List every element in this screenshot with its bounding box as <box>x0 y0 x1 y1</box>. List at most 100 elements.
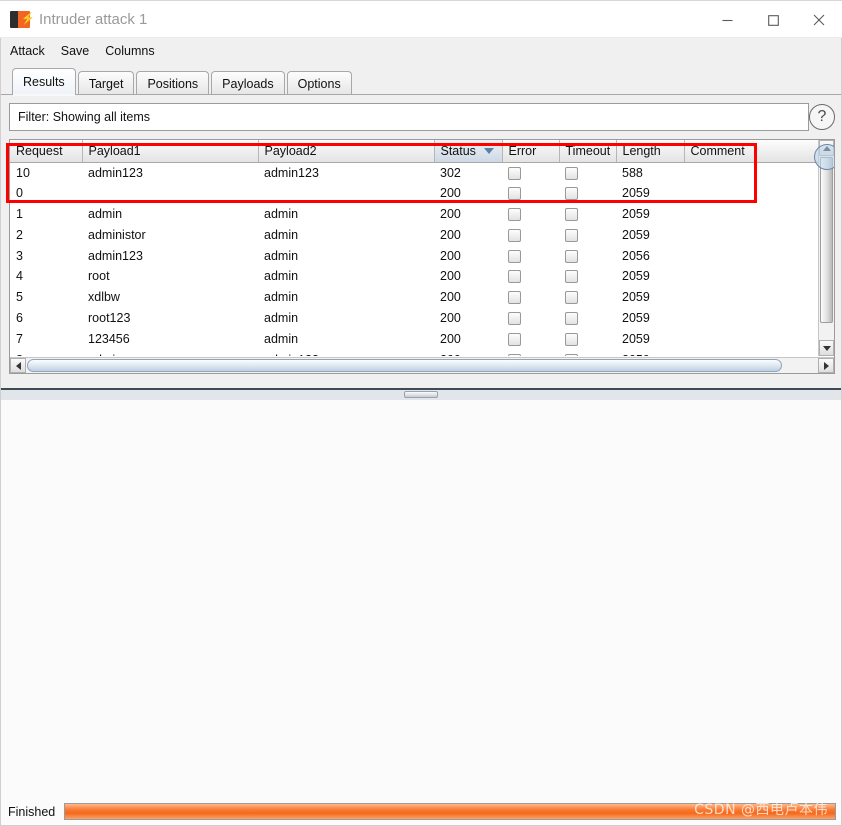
timeout-checkbox[interactable] <box>565 208 578 221</box>
menu-item-columns[interactable]: Columns <box>98 41 161 61</box>
tab-target[interactable]: Target <box>78 71 135 95</box>
cell-error <box>502 224 559 245</box>
cell-timeout <box>559 183 616 204</box>
timeout-checkbox[interactable] <box>565 229 578 242</box>
timeout-checkbox[interactable] <box>565 167 578 180</box>
tab-results[interactable]: Results <box>12 68 76 95</box>
cell-payload2: admin <box>258 224 434 245</box>
cell-timeout <box>559 328 616 349</box>
cell-payload2: admin <box>258 266 434 287</box>
timeout-checkbox[interactable] <box>565 270 578 283</box>
tab-payloads[interactable]: Payloads <box>211 71 284 95</box>
cell-timeout <box>559 266 616 287</box>
table-row[interactable]: 4 root admin 200 2059 <box>10 266 818 287</box>
cell-comment <box>684 204 818 225</box>
cell-request: 2 <box>10 224 82 245</box>
error-checkbox[interactable] <box>508 229 521 242</box>
timeout-checkbox[interactable] <box>565 250 578 263</box>
table-row[interactable]: 8 admin admin123 200 2059 <box>10 349 818 356</box>
timeout-checkbox[interactable] <box>565 333 578 346</box>
help-icon[interactable]: ? <box>809 104 835 130</box>
cell-payload2: admin <box>258 328 434 349</box>
menu-bar: Attack Save Columns <box>0 38 842 64</box>
column-header-timeout[interactable]: Timeout <box>559 140 616 162</box>
cell-length: 2059 <box>616 266 684 287</box>
error-checkbox[interactable] <box>508 291 521 304</box>
tab-options[interactable]: Options <box>287 71 352 95</box>
maximize-button[interactable] <box>750 1 796 39</box>
table-row[interactable]: 1 admin admin 200 2059 <box>10 204 818 225</box>
pane-splitter[interactable] <box>0 390 842 400</box>
table-row[interactable]: 2 administor admin 200 2059 <box>10 224 818 245</box>
error-checkbox[interactable] <box>508 354 521 356</box>
results-table-head: Request Payload1 Payload2 Status Error T… <box>10 140 818 162</box>
error-checkbox[interactable] <box>508 167 521 180</box>
timeout-checkbox[interactable] <box>565 312 578 325</box>
cell-payload1 <box>82 183 258 204</box>
cell-status: 302 <box>434 162 502 183</box>
results-table-container: Request Payload1 Payload2 Status Error T… <box>9 139 835 374</box>
cell-timeout <box>559 204 616 225</box>
table-row[interactable]: 0 200 2059 <box>10 183 818 204</box>
cell-length: 2059 <box>616 183 684 204</box>
cell-payload2: admin <box>258 245 434 266</box>
table-row[interactable]: 3 admin123 admin 200 2056 <box>10 245 818 266</box>
attack-progress-fill <box>65 804 835 819</box>
error-checkbox[interactable] <box>508 187 521 200</box>
results-panel: Filter: Showing all items ? <box>0 95 842 390</box>
filter-text: Filter: Showing all items <box>18 110 150 124</box>
column-header-payload2[interactable]: Payload2 <box>258 140 434 162</box>
filter-row: Filter: Showing all items ? <box>9 103 835 131</box>
timeout-checkbox[interactable] <box>565 354 578 356</box>
table-row[interactable]: 10 admin123 admin123 302 588 <box>10 162 818 183</box>
cell-payload1: admin <box>82 204 258 225</box>
cell-timeout <box>559 349 616 356</box>
error-checkbox[interactable] <box>508 312 521 325</box>
scroll-right-button[interactable] <box>818 358 834 373</box>
cell-length: 2059 <box>616 349 684 356</box>
tab-positions[interactable]: Positions <box>136 71 209 95</box>
table-row[interactable]: 6 root123 admin 200 2059 <box>10 308 818 329</box>
error-checkbox[interactable] <box>508 208 521 221</box>
cell-request: 1 <box>10 204 82 225</box>
scroll-down-button[interactable] <box>819 340 834 356</box>
cell-status: 200 <box>434 287 502 308</box>
close-button[interactable] <box>796 1 842 39</box>
cell-length: 2059 <box>616 204 684 225</box>
cell-status: 200 <box>434 266 502 287</box>
minimize-button[interactable] <box>704 1 750 39</box>
column-header-error[interactable]: Error <box>502 140 559 162</box>
column-header-payload1[interactable]: Payload1 <box>82 140 258 162</box>
triangle-left-icon <box>16 362 21 370</box>
scroll-left-button[interactable] <box>10 358 26 373</box>
splitter-grip[interactable] <box>404 391 438 398</box>
results-table: Request Payload1 Payload2 Status Error T… <box>10 140 818 356</box>
filter-bar[interactable]: Filter: Showing all items <box>9 103 809 131</box>
column-header-status[interactable]: Status <box>434 140 502 162</box>
error-checkbox[interactable] <box>508 250 521 263</box>
results-table-viewport: Request Payload1 Payload2 Status Error T… <box>10 140 818 356</box>
vertical-scrollbar-thumb[interactable] <box>820 157 833 323</box>
menu-item-attack[interactable]: Attack <box>3 41 52 61</box>
table-row[interactable]: 5 xdlbw admin 200 2059 <box>10 287 818 308</box>
cell-error <box>502 349 559 356</box>
cell-status: 200 <box>434 308 502 329</box>
attack-progress-bar <box>64 803 836 820</box>
table-row[interactable]: 7 123456 admin 200 2059 <box>10 328 818 349</box>
cell-request: 4 <box>10 266 82 287</box>
vertical-scrollbar[interactable] <box>818 140 834 356</box>
column-header-length[interactable]: Length <box>616 140 684 162</box>
cell-error <box>502 162 559 183</box>
horizontal-scrollbar-thumb[interactable] <box>27 359 782 372</box>
cell-request: 0 <box>10 183 82 204</box>
column-header-request[interactable]: Request <box>10 140 82 162</box>
error-checkbox[interactable] <box>508 270 521 283</box>
timeout-checkbox[interactable] <box>565 291 578 304</box>
menu-item-save[interactable]: Save <box>54 41 97 61</box>
horizontal-scrollbar[interactable] <box>10 357 834 373</box>
cell-payload1: admin123 <box>82 162 258 183</box>
error-checkbox[interactable] <box>508 333 521 346</box>
timeout-checkbox[interactable] <box>565 187 578 200</box>
column-header-comment[interactable]: Comment <box>684 140 818 162</box>
burp-suite-icon: ⚡ <box>10 10 30 30</box>
